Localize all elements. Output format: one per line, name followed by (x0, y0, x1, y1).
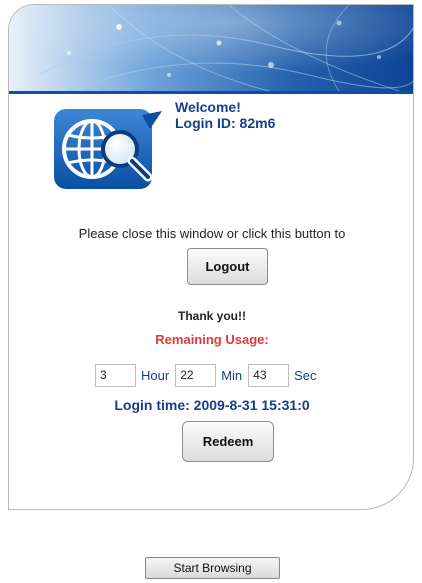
remaining-time-row: Hour Min Sec (95, 363, 323, 387)
thank-you-text: Thank you!! (178, 309, 246, 323)
remaining-usage-label: Remaining Usage: (155, 332, 269, 347)
hour-unit-label: Hour (141, 367, 170, 383)
login-id-label: Login ID: (175, 115, 236, 131)
sec-unit-label: Sec (294, 367, 317, 383)
logout-button[interactable]: Logout (187, 248, 268, 285)
close-window-message: Please close this window or click this b… (78, 226, 346, 241)
login-id-line: Login ID: 82m6 (175, 115, 275, 131)
hours-field[interactable] (95, 363, 136, 387)
globe-search-logo-icon (50, 105, 168, 193)
min-unit-label: Min (221, 367, 243, 383)
welcome-block: Welcome! Login ID: 82m6 (175, 99, 275, 131)
login-id-value: 82m6 (239, 115, 276, 131)
header-banner (9, 5, 413, 91)
seconds-field[interactable] (248, 363, 290, 387)
start-browsing-button[interactable]: Start Browsing (145, 557, 280, 579)
banner-divider (9, 91, 413, 94)
banner-network-graphic (9, 5, 413, 91)
welcome-heading: Welcome! (175, 99, 241, 115)
login-time-text: Login time: 2009-8-31 15:31:0 (114, 397, 310, 413)
redeem-button[interactable]: Redeem (182, 421, 274, 462)
login-status-panel: Welcome! Login ID: 82m6 Please close thi… (8, 4, 414, 510)
minutes-field[interactable] (175, 363, 217, 387)
